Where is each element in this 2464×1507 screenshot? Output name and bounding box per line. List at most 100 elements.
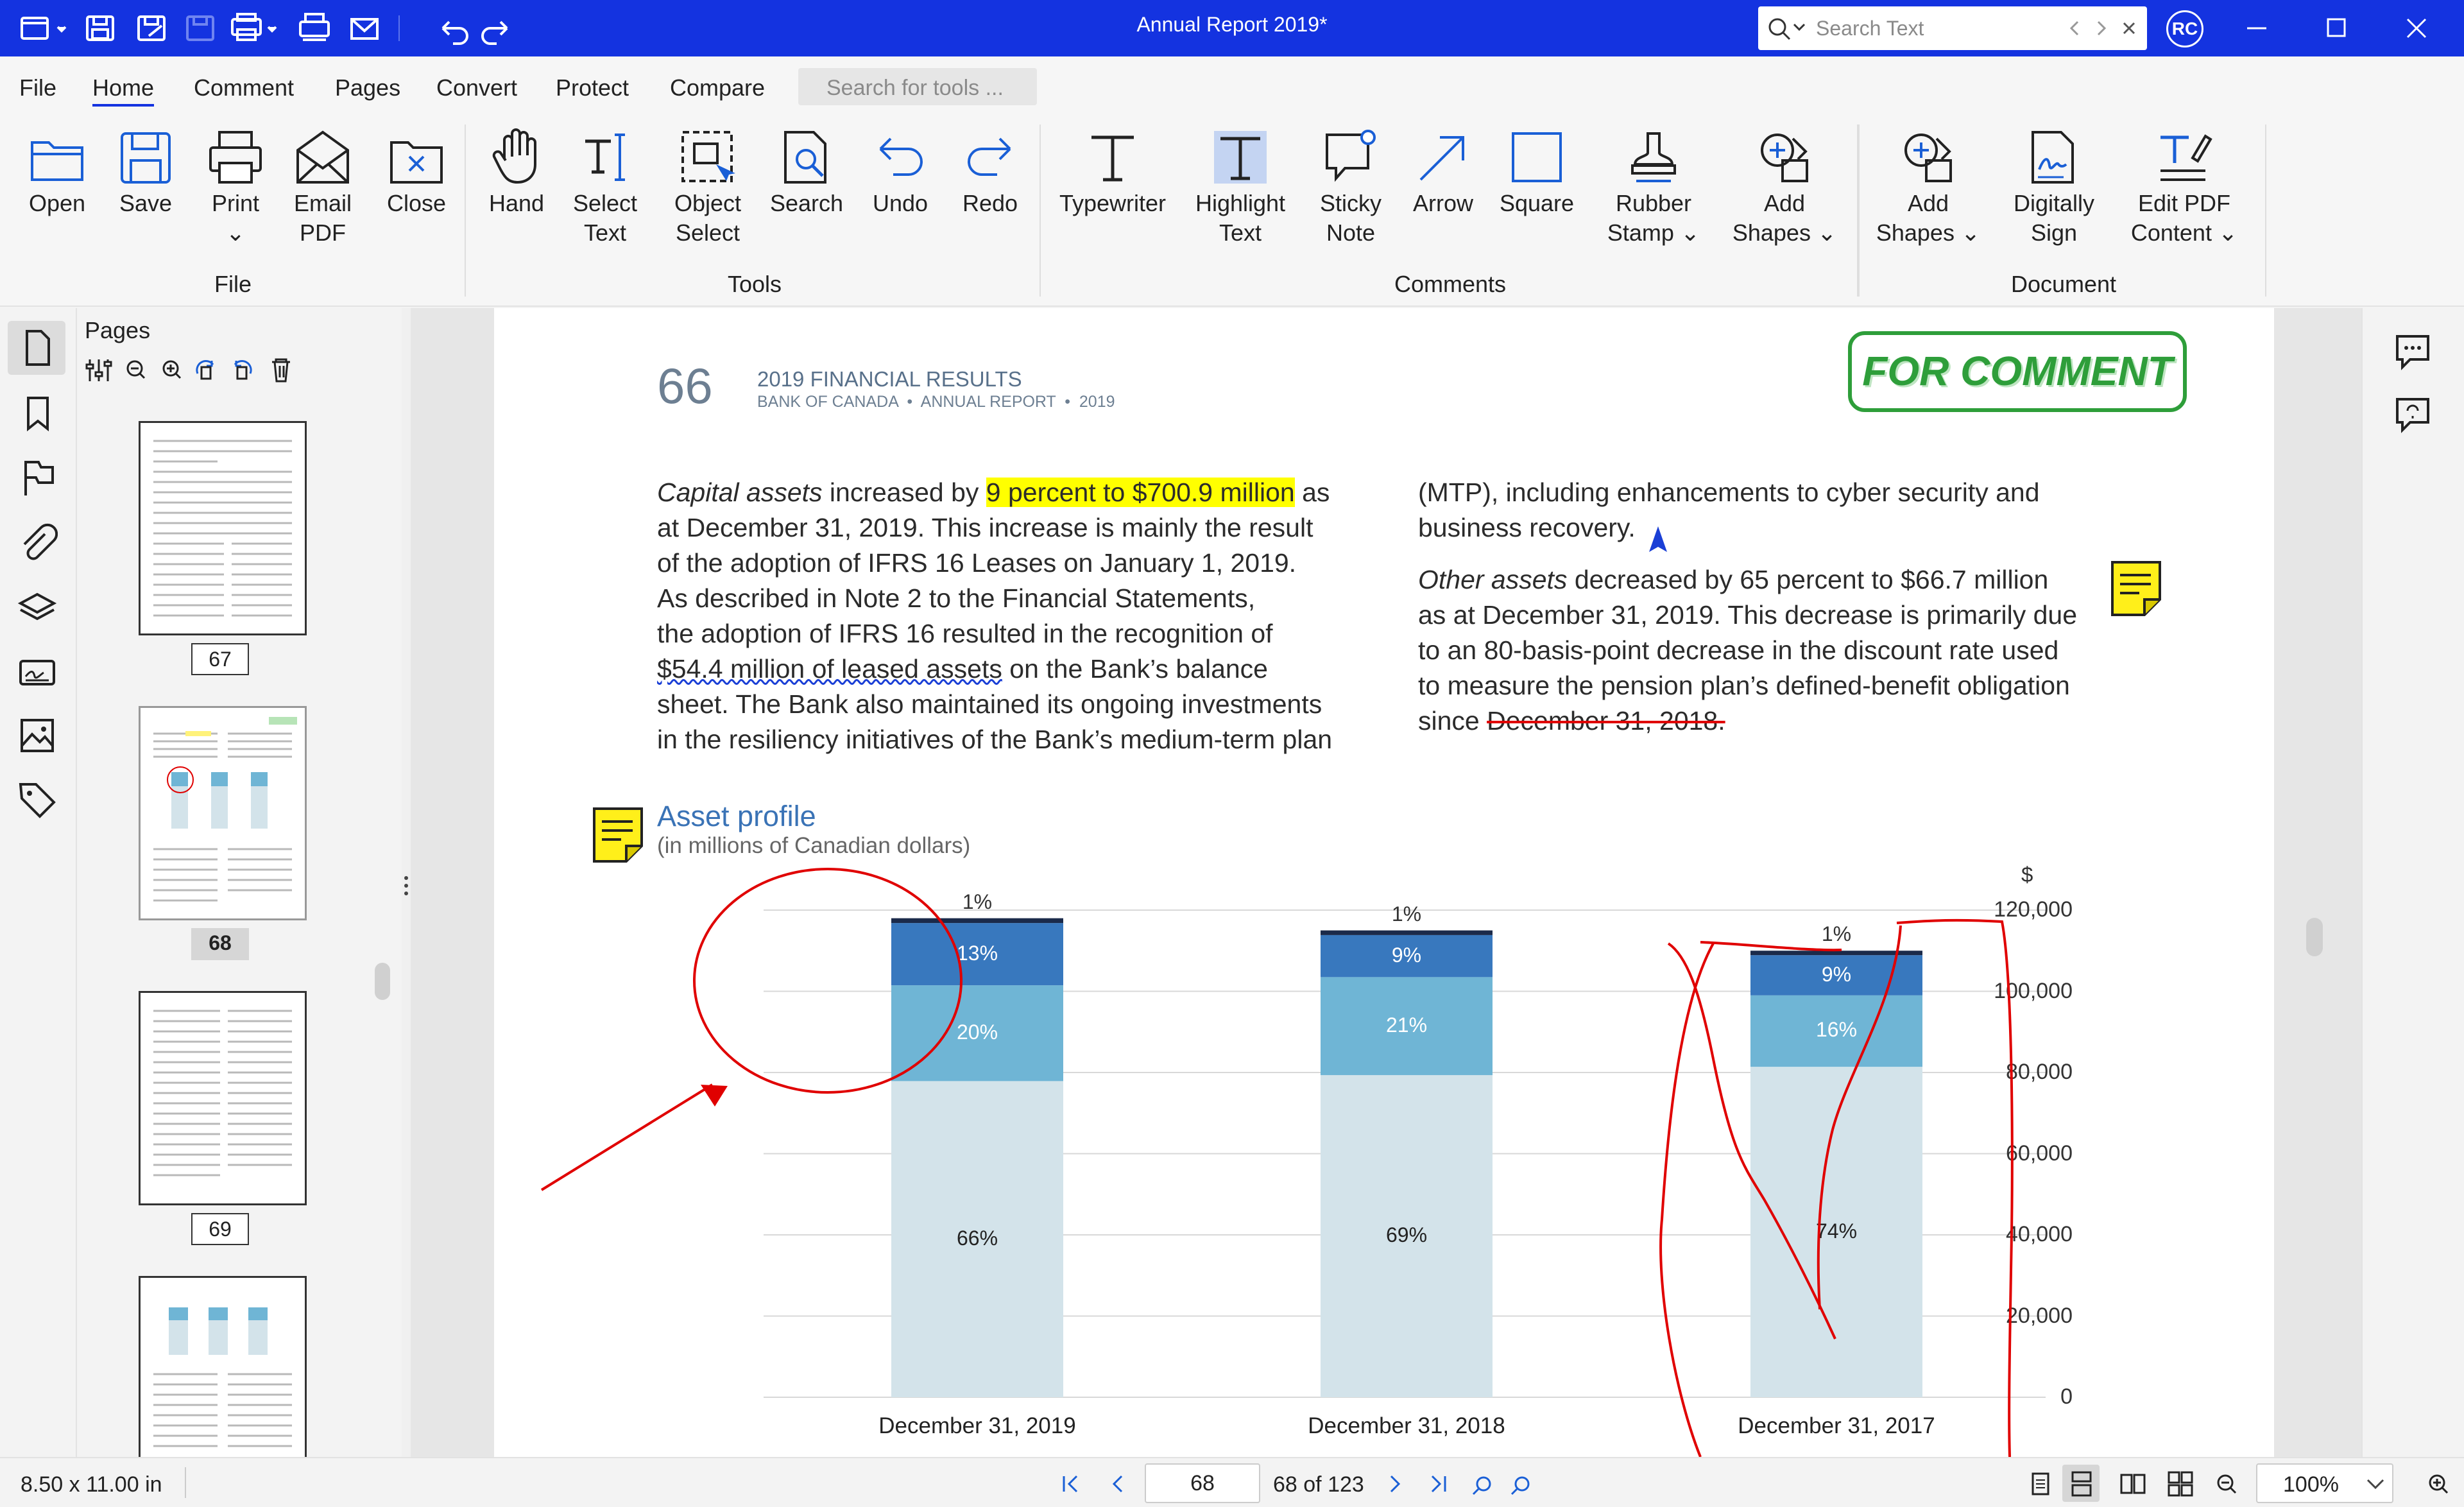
highlight-text-button[interactable]: Highlight Text (1186, 118, 1295, 272)
next-page-icon[interactable] (1382, 1471, 1408, 1497)
edit-pdf-content-button[interactable]: Edit PDF Content ⌄ (2126, 118, 2242, 272)
pdf-page[interactable]: 66 2019 FINANCIAL RESULTS BANK OF CANADA… (494, 308, 2274, 1457)
page-count-label: 68 of 123 (1273, 1472, 1364, 1497)
image-icon[interactable] (17, 715, 58, 756)
highlight-text-icon (1214, 131, 1267, 184)
continuous-view-icon[interactable] (2069, 1471, 2094, 1497)
add-shapes-button[interactable]: Add Shapes ⌄ (1730, 118, 1839, 272)
menu-home[interactable]: Home (92, 74, 155, 107)
undo-icon[interactable] (434, 12, 470, 45)
page-number-input[interactable]: 68 (1145, 1463, 1260, 1503)
page-number-68[interactable]: 68 (191, 928, 249, 960)
save-icon[interactable] (82, 12, 118, 45)
tag-icon[interactable] (17, 779, 58, 820)
add-shapes-doc-button[interactable]: Add Shapes ⌄ (1874, 118, 1983, 272)
add-shapes-label: Add (1763, 190, 1806, 216)
menu-pages[interactable]: Pages (335, 74, 400, 101)
rubber-stamp-label: Rubber (1615, 190, 1692, 216)
menu-file[interactable]: File (19, 74, 56, 101)
first-page-icon[interactable] (1057, 1471, 1083, 1497)
save-as-icon[interactable] (133, 12, 169, 45)
y-tick-label: 60,000 (2006, 1141, 2073, 1166)
two-page-view-icon[interactable] (2120, 1471, 2146, 1497)
bar-data-label: 16% (1815, 1018, 1858, 1042)
y-tick-label: 80,000 (2006, 1060, 2073, 1084)
y-tick-label: 100,000 (1994, 978, 2073, 1003)
attachment-icon[interactable] (17, 522, 58, 564)
search-text-input[interactable]: Search Text (1758, 6, 2147, 50)
zoom-out-thumbs-icon[interactable] (126, 360, 146, 379)
document-scrollbar[interactable] (2306, 918, 2323, 956)
highlight-label-2: Text (1219, 220, 1262, 246)
bookmark-icon[interactable] (17, 393, 58, 434)
arrow-tool-button[interactable]: Arrow (1389, 118, 1498, 272)
y-tick-label: 0 (2060, 1384, 2073, 1409)
asset-profile-chart (764, 909, 2046, 1398)
select-text-button[interactable]: Select Text (551, 118, 660, 272)
thumbnail-preview (153, 717, 297, 902)
comments-panel-icon[interactable] (2392, 331, 2433, 372)
previous-view-icon[interactable] (1469, 1471, 1495, 1497)
signature-icon[interactable] (17, 651, 58, 692)
drag-handle-icon (404, 876, 408, 895)
page-number-69[interactable]: 69 (191, 1213, 249, 1245)
page-number-67[interactable]: 67 (191, 643, 249, 675)
page-thumbnail-70[interactable] (139, 1276, 307, 1462)
redo-icon[interactable] (481, 12, 517, 45)
group-document-label: Document (2010, 271, 2117, 297)
previous-page-icon[interactable] (1105, 1471, 1131, 1497)
digitally-sign-label-2: Sign (2030, 220, 2078, 246)
email-pdf-button[interactable]: Email PDF (268, 118, 377, 272)
object-select-button[interactable]: Object Select (653, 118, 762, 272)
add-shapes-doc-label: Add (1907, 190, 1949, 216)
ai-assistant-icon[interactable] (2392, 394, 2433, 435)
zoom-out-icon[interactable] (2214, 1471, 2239, 1497)
close-window-button[interactable] (2390, 6, 2441, 50)
next-view-icon[interactable] (1509, 1471, 1535, 1497)
group-divider (1040, 125, 1041, 297)
pages-icon[interactable] (17, 327, 58, 368)
highlight-label: Highlight (1195, 190, 1286, 216)
redo-button[interactable]: Redo (936, 118, 1045, 272)
search-button[interactable]: Search (752, 118, 861, 272)
page-thumbnail-69[interactable] (139, 991, 307, 1205)
minimize-button[interactable] (2232, 6, 2283, 50)
typewriter-button[interactable]: Typewriter (1048, 118, 1177, 272)
rotate-left-icon[interactable] (196, 360, 214, 380)
two-page-continuous-icon[interactable] (2168, 1471, 2193, 1497)
avatar[interactable]: RC (2166, 10, 2203, 47)
page-thumbnail-67[interactable] (139, 421, 307, 635)
square-tool-button[interactable]: Square (1482, 118, 1591, 272)
menu-compare[interactable]: Compare (670, 74, 765, 101)
thumbnail-options-icon[interactable] (85, 359, 112, 381)
document-view: 66 2019 FINANCIAL RESULTS BANK OF CANADA… (411, 308, 2361, 1457)
scan-icon[interactable] (295, 12, 331, 45)
bar-data-label: 74% (1815, 1219, 1858, 1243)
tool-search-placeholder: Search for tools ... (826, 76, 1004, 100)
panel-resize-handle[interactable] (402, 308, 411, 1457)
page-thumbnail-68[interactable] (139, 706, 307, 920)
open-menu-icon[interactable] (15, 12, 51, 45)
digitally-sign-button[interactable]: Digitally Sign (1999, 118, 2109, 272)
menu-convert[interactable]: Convert (436, 74, 517, 101)
rotate-right-icon[interactable] (234, 360, 252, 380)
menu-protect[interactable]: Protect (556, 74, 629, 101)
print-icon[interactable] (228, 12, 264, 45)
zoom-in-thumbs-icon[interactable] (162, 360, 182, 379)
zoom-in-icon[interactable] (2426, 1471, 2451, 1497)
close-doc-button[interactable]: Close (362, 118, 471, 272)
layers-icon[interactable] (17, 587, 58, 628)
rubber-stamp-button[interactable]: Rubber Stamp ⌄ (1599, 118, 1708, 272)
menu-comment[interactable]: Comment (194, 74, 294, 101)
bar-data-label: 9% (1391, 943, 1422, 967)
zoom-select[interactable]: 100% (2256, 1463, 2393, 1503)
tool-search-input[interactable]: Search for tools ... (798, 68, 1037, 105)
bar-segment (891, 918, 1063, 924)
maximize-button[interactable] (2310, 6, 2361, 50)
email-icon[interactable] (346, 12, 382, 45)
delete-page-icon[interactable] (272, 358, 290, 383)
single-page-view-icon[interactable] (2028, 1471, 2053, 1497)
thumbnail-scrollbar[interactable] (375, 963, 390, 1000)
flag-icon[interactable] (17, 457, 58, 498)
last-page-icon[interactable] (1426, 1471, 1451, 1497)
